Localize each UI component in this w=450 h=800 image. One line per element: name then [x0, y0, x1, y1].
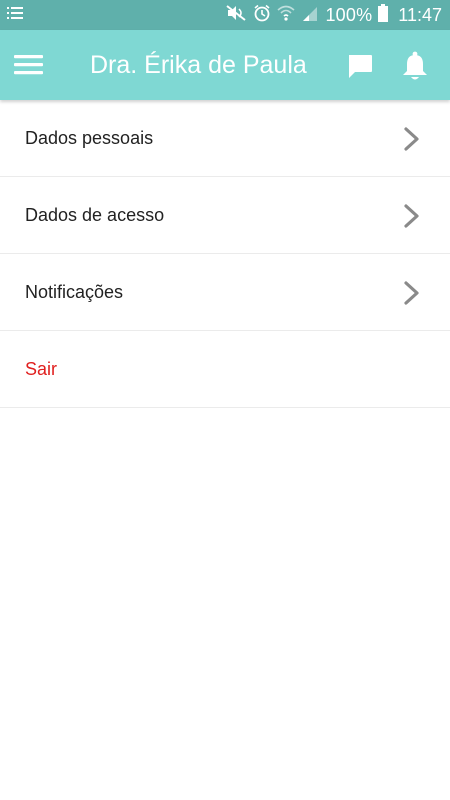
mute-icon	[225, 4, 247, 27]
chat-button[interactable]	[346, 52, 374, 80]
menu-icon	[14, 55, 43, 75]
menu-button[interactable]	[12, 50, 46, 80]
logout-button[interactable]: Sair	[0, 331, 450, 408]
settings-list: Dados pessoais Dados de acesso Notificaç…	[0, 100, 450, 408]
app-bar: Dra. Érika de Paula	[0, 30, 450, 100]
list-item-notifications[interactable]: Notificações	[0, 254, 450, 331]
list-item-label: Dados pessoais	[25, 127, 154, 148]
chevron-right-icon	[404, 204, 419, 228]
notification-list-icon	[6, 5, 24, 26]
page-title: Dra. Érika de Paula	[90, 51, 307, 79]
bell-icon	[403, 51, 427, 80]
notifications-button[interactable]	[400, 50, 430, 82]
logout-label: Sair	[25, 358, 58, 379]
alarm-icon	[253, 4, 271, 27]
chat-icon	[349, 55, 372, 78]
chevron-right-icon	[404, 281, 419, 305]
wifi-icon	[277, 4, 295, 27]
battery-icon	[378, 3, 389, 27]
list-item-label: Dados de acesso	[25, 204, 165, 225]
signal-icon	[301, 4, 319, 27]
list-item-personal-data[interactable]: Dados pessoais	[0, 100, 450, 177]
list-item-access-data[interactable]: Dados de acesso	[0, 177, 450, 254]
list-item-label: Notificações	[25, 281, 124, 302]
status-time: 11:47	[398, 4, 442, 25]
chevron-right-icon	[404, 127, 419, 151]
status-bar: 100% 11:47	[0, 0, 450, 30]
battery-percent: 100%	[325, 5, 373, 25]
